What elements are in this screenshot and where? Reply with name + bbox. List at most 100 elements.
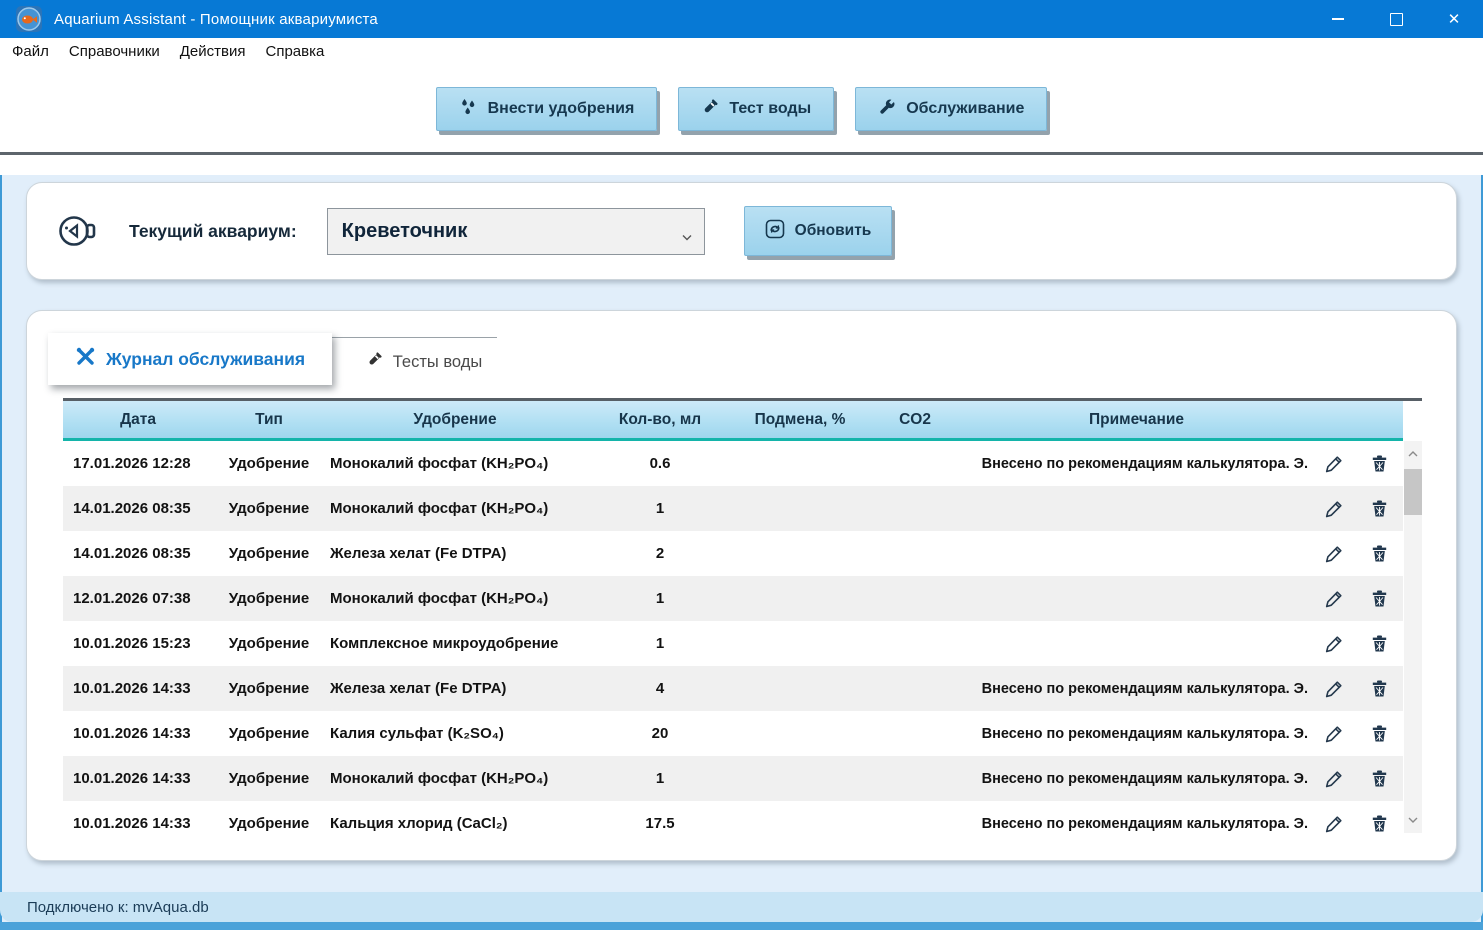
connection-status: Подключено к: mvAqua.db <box>27 899 209 916</box>
title-bar: Aquarium Assistant - Помощник аквариумис… <box>0 0 1483 38</box>
menu-file[interactable]: Файл <box>2 43 59 60</box>
crossed-tools-icon <box>75 346 96 372</box>
cell-type: Удобрение <box>213 815 325 832</box>
cell-note: Внесено по рекомендациям калькулятора. Э… <box>965 771 1308 787</box>
table-row[interactable]: 10.01.2026 14:33 Удобрение Железа хелат … <box>63 666 1403 711</box>
delete-row-button[interactable] <box>1370 454 1389 473</box>
edit-row-button[interactable] <box>1325 769 1344 788</box>
cell-quantity: 1 <box>585 500 735 517</box>
cell-date: 12.01.2026 07:38 <box>63 590 213 607</box>
cell-type: Удобрение <box>213 770 325 787</box>
menu-references[interactable]: Справочники <box>59 43 170 60</box>
current-aquarium-panel: Текущий аквариум: Креветочник Обновить <box>26 182 1457 280</box>
col-header-date: Дата <box>63 411 213 429</box>
test-tube-icon <box>701 98 719 121</box>
table-row[interactable]: 10.01.2026 15:23 Удобрение Комплексное м… <box>63 621 1403 666</box>
current-aquarium-label: Текущий аквариум: <box>129 221 297 242</box>
trash-icon <box>1370 454 1389 473</box>
scrollbar-thumb[interactable] <box>1404 469 1422 515</box>
col-header-quantity: Кол-во, мл <box>585 411 735 429</box>
delete-row-button[interactable] <box>1370 499 1389 518</box>
col-header-water-change: Подмена, % <box>735 411 865 429</box>
cell-quantity: 1 <box>585 635 735 652</box>
delete-row-button[interactable] <box>1370 814 1389 833</box>
delete-row-button[interactable] <box>1370 769 1389 788</box>
minimize-icon <box>1332 18 1344 19</box>
row-actions <box>1308 679 1403 698</box>
edit-row-button[interactable] <box>1325 679 1344 698</box>
close-icon: ✕ <box>1448 12 1461 27</box>
wrench-icon <box>878 98 896 121</box>
delete-row-button[interactable] <box>1370 724 1389 743</box>
refresh-label: Обновить <box>795 222 872 240</box>
table-header: Дата Тип Удобрение Кол-во, мл Подмена, %… <box>63 401 1403 441</box>
table-row[interactable]: 10.01.2026 14:33 Удобрение Калия сульфат… <box>63 711 1403 756</box>
delete-row-button[interactable] <box>1370 589 1389 608</box>
table-row[interactable]: 14.01.2026 08:35 Удобрение Монокалий фос… <box>63 486 1403 531</box>
minimize-button[interactable] <box>1309 0 1367 38</box>
cell-quantity: 20 <box>585 725 735 742</box>
row-actions <box>1308 769 1403 788</box>
cell-date: 14.01.2026 08:35 <box>63 545 213 562</box>
refresh-button[interactable]: Обновить <box>744 206 893 256</box>
table-row[interactable]: 12.01.2026 07:38 Удобрение Монокалий фос… <box>63 576 1403 621</box>
delete-row-button[interactable] <box>1370 679 1389 698</box>
edit-row-button[interactable] <box>1325 454 1344 473</box>
pencil-icon <box>1325 544 1344 563</box>
pencil-icon <box>1325 589 1344 608</box>
delete-row-button[interactable] <box>1370 544 1389 563</box>
cell-date: 10.01.2026 14:33 <box>63 770 213 787</box>
edit-row-button[interactable] <box>1325 499 1344 518</box>
pencil-icon <box>1325 679 1344 698</box>
table-row[interactable]: 14.01.2026 08:35 Удобрение Железа хелат … <box>63 531 1403 576</box>
cell-note: Внесено по рекомендациям калькулятора. Э… <box>965 726 1308 742</box>
aquarium-select[interactable]: Креветочник <box>327 208 705 255</box>
cell-quantity: 17.5 <box>585 815 735 832</box>
cell-fertilizer: Монокалий фосфат (KH₂PO₄) <box>325 590 585 607</box>
cell-type: Удобрение <box>213 455 325 472</box>
cell-date: 10.01.2026 14:33 <box>63 815 213 832</box>
menu-bar: Файл Справочники Действия Справка <box>0 38 1483 64</box>
trash-icon <box>1370 634 1389 653</box>
water-test-button[interactable]: Тест воды <box>678 87 834 131</box>
edit-row-button[interactable] <box>1325 589 1344 608</box>
tab-maintenance-log[interactable]: Журнал обслуживания <box>48 333 332 385</box>
maximize-button[interactable] <box>1367 0 1425 38</box>
edit-row-button[interactable] <box>1325 814 1344 833</box>
table-body: 17.01.2026 12:28 Удобрение Монокалий фос… <box>63 441 1403 833</box>
cell-fertilizer: Железа хелат (Fe DTPA) <box>325 545 585 562</box>
row-actions <box>1308 814 1403 833</box>
maintenance-button[interactable]: Обслуживание <box>855 87 1047 131</box>
tab-maintenance-log-label: Журнал обслуживания <box>106 349 305 370</box>
tab-water-tests[interactable]: Тесты воды <box>343 338 505 386</box>
table-row[interactable]: 10.01.2026 14:33 Удобрение Кальция хлори… <box>63 801 1403 833</box>
edit-row-button[interactable] <box>1325 544 1344 563</box>
row-actions <box>1308 589 1403 608</box>
trash-icon <box>1370 724 1389 743</box>
scroll-down-button[interactable] <box>1404 811 1422 829</box>
aquarium-select-value: Креветочник <box>342 220 468 243</box>
edit-row-button[interactable] <box>1325 634 1344 653</box>
row-actions <box>1308 454 1403 473</box>
table-scrollbar[interactable] <box>1404 441 1422 833</box>
table-row[interactable]: 10.01.2026 14:33 Удобрение Монокалий фос… <box>63 756 1403 801</box>
maintenance-label: Обслуживание <box>906 100 1024 118</box>
scroll-up-button[interactable] <box>1404 445 1422 463</box>
cell-fertilizer: Монокалий фосфат (KH₂PO₄) <box>325 770 585 787</box>
add-fertilizer-button[interactable]: Внести удобрения <box>436 87 658 131</box>
window-bottom-border <box>0 922 1483 930</box>
cell-type: Удобрение <box>213 635 325 652</box>
close-button[interactable]: ✕ <box>1425 0 1483 38</box>
table-row[interactable]: 17.01.2026 12:28 Удобрение Монокалий фос… <box>63 441 1403 486</box>
col-header-fertilizer: Удобрение <box>325 411 585 429</box>
edit-row-button[interactable] <box>1325 724 1344 743</box>
trash-icon <box>1370 814 1389 833</box>
cell-type: Удобрение <box>213 725 325 742</box>
window-controls: ✕ <box>1309 0 1483 38</box>
menu-help[interactable]: Справка <box>256 43 335 60</box>
toolbar-separator <box>0 152 1483 155</box>
col-header-type: Тип <box>213 411 325 429</box>
delete-row-button[interactable] <box>1370 634 1389 653</box>
menu-actions[interactable]: Действия <box>170 43 256 60</box>
cell-quantity: 2 <box>585 545 735 562</box>
